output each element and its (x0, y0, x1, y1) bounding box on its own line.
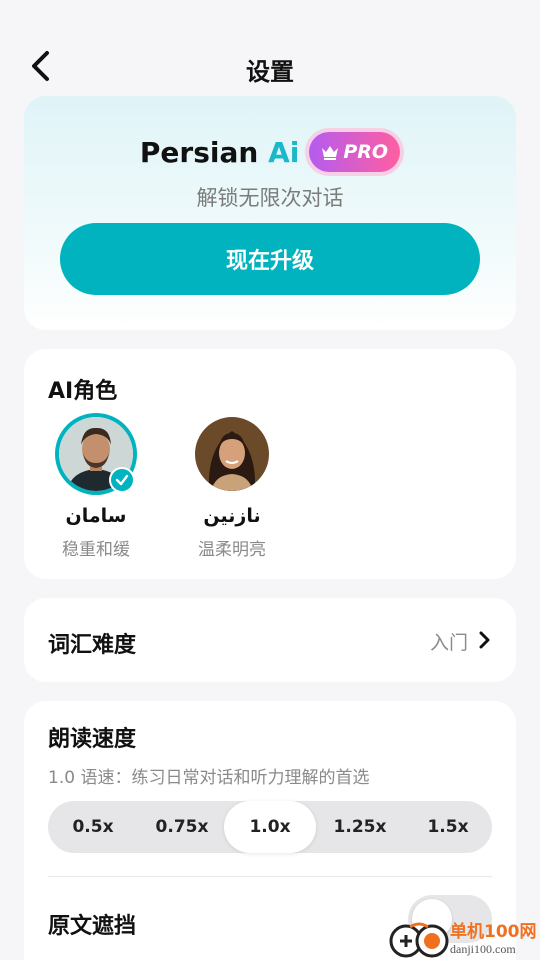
pro-title-row: Persian Ai PRO (24, 132, 516, 172)
speed-option-1-25x[interactable]: 1.25x (316, 801, 404, 853)
female-avatar-icon (195, 417, 269, 491)
selected-check-icon (109, 467, 135, 493)
role-option-nazanin[interactable]: نازنین 温柔明亮 (184, 417, 280, 560)
brand-title: Persian Ai (140, 136, 299, 169)
brand-accent: Ai (268, 135, 300, 169)
speed-option-1-0x[interactable]: 1.0x (224, 801, 316, 853)
avatar (195, 417, 269, 491)
watermark-logo-icon (389, 922, 449, 958)
watermark: 单机100网 danji100.com (388, 918, 540, 960)
vocab-difficulty-label: 词汇难度 (48, 633, 137, 658)
avatar (59, 417, 135, 493)
role-description: 温柔明亮 (198, 540, 266, 560)
divider (48, 876, 492, 877)
role-name: نازنین (203, 505, 261, 527)
speed-option-0-75x[interactable]: 0.75x (138, 801, 226, 853)
vocab-difficulty-row[interactable]: 词汇难度 入门 (24, 598, 516, 682)
brand-main: Persian (139, 135, 269, 169)
pro-subtitle: 解锁无限次对话 (196, 186, 344, 210)
vocab-difficulty-value: 入门 (429, 632, 468, 654)
role-name: سامان (65, 505, 127, 527)
speed-option-0-5x[interactable]: 0.5x (48, 801, 138, 853)
header: 设置 (0, 0, 540, 96)
text-cover-label: 原文遮挡 (48, 914, 137, 939)
role-option-saman[interactable]: سامان 稳重和缓 (48, 417, 144, 560)
watermark-text: 单机100网 danji100.com (450, 921, 537, 956)
ai-role-title: AI角色 (48, 379, 118, 404)
pro-badge: PRO (309, 132, 401, 172)
watermark-name: 单机100网 (450, 921, 537, 942)
pro-badge-label: PRO (343, 141, 389, 163)
page-title: 设置 (246, 58, 294, 86)
pro-upgrade-card: Persian Ai PRO 解锁无限次对话 现在升级 (24, 96, 516, 330)
watermark-url: danji100.com (450, 941, 516, 956)
speed-option-1-5x[interactable]: 1.5x (404, 801, 492, 853)
reading-speed-description: 1.0 语速：练习日常对话和听力理解的首选 (48, 768, 370, 788)
speed-segmented-control: 0.5x 0.75x 1.0x 1.25x 1.5x (48, 801, 492, 853)
reading-speed-title: 朗读速度 (48, 727, 137, 752)
crown-icon (322, 146, 339, 160)
ai-role-card: AI角色 سامان 稳重和缓 نازنین 温柔明亮 (24, 349, 516, 579)
role-description: 稳重和缓 (62, 540, 130, 560)
chevron-right-icon (479, 631, 490, 649)
upgrade-button[interactable]: 现在升级 (60, 223, 480, 295)
